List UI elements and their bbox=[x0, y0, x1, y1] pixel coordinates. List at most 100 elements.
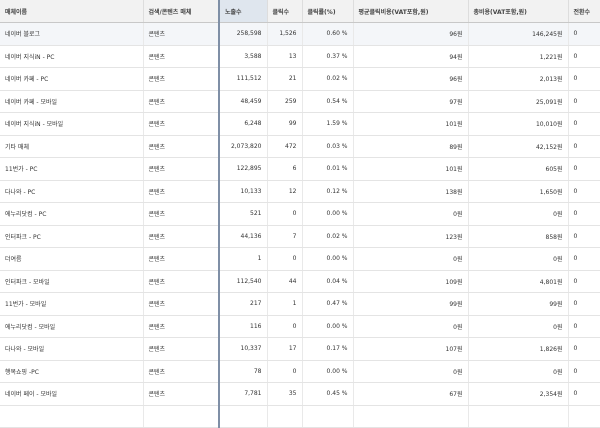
avg-cpc-cell bbox=[353, 405, 469, 428]
impressions-cell bbox=[219, 405, 268, 428]
conversions-cell: 0 bbox=[568, 225, 600, 248]
media-type-cell: 콘텐츠 bbox=[143, 45, 220, 68]
clicks-cell: 21 bbox=[267, 67, 303, 91]
table-row[interactable]: 에누리닷컴 - 모바일 콘텐츠 116 0 0.00 % 0원 0원 0 bbox=[0, 315, 600, 338]
total-cost-cell: 2,354원 bbox=[468, 382, 569, 406]
impressions-cell: 6,248 bbox=[219, 112, 268, 136]
conversions-cell: 0 bbox=[568, 90, 600, 113]
media-type-cell: 콘텐츠 bbox=[143, 292, 220, 316]
clicks-cell bbox=[267, 405, 303, 428]
table-row[interactable]: 네이버 블로그 콘텐츠 258,598 1,526 0.60 % 96원 146,245원 0 bbox=[0, 22, 600, 46]
media-name-cell: 다나와 - PC bbox=[0, 180, 144, 203]
table-row[interactable]: 네이버 지식iN - PC 콘텐츠 3,588 13 0.37 % 94원 1,221원 0 bbox=[0, 45, 600, 68]
conversions-cell: 0 bbox=[568, 337, 600, 361]
avg-cpc-cell: 96원 bbox=[353, 22, 469, 46]
avg-cpc-cell: 0원 bbox=[353, 247, 469, 271]
total-cost-cell: 605원 bbox=[468, 157, 569, 181]
clicks-cell: 1 bbox=[267, 292, 303, 316]
conversions-cell: 0 bbox=[568, 292, 600, 316]
media-type-cell: 콘텐츠 bbox=[143, 180, 220, 203]
table-row[interactable]: 인터파크 - 모바일 콘텐츠 112,540 44 0.04 % 109원 4,801원 0 bbox=[0, 270, 600, 293]
media-type-cell bbox=[143, 405, 220, 428]
impressions-cell: 44,136 bbox=[219, 225, 268, 248]
table-row[interactable] bbox=[0, 405, 600, 428]
impressions-cell: 116 bbox=[219, 315, 268, 338]
avg-cpc-cell: 0원 bbox=[353, 202, 469, 226]
ctr-cell: 0.01 % bbox=[302, 157, 354, 181]
total-cost-cell: 42,152원 bbox=[468, 135, 569, 158]
impressions-cell: 122,895 bbox=[219, 157, 268, 181]
conversions-cell: 0 bbox=[568, 67, 600, 91]
column-header-conversions[interactable]: 전환수 bbox=[568, 0, 600, 23]
conversions-cell: 0 bbox=[568, 180, 600, 203]
total-cost-cell: 0원 bbox=[468, 202, 569, 226]
conversions-cell: 0 bbox=[568, 202, 600, 226]
impressions-cell: 2,073,820 bbox=[219, 135, 268, 158]
media-name-cell: 11번가 - 모바일 bbox=[0, 292, 144, 316]
impressions-cell: 3,588 bbox=[219, 45, 268, 68]
column-header-ctr[interactable]: 클릭률(%) bbox=[302, 0, 354, 23]
total-cost-cell: 4,801원 bbox=[468, 270, 569, 293]
ctr-cell: 0.00 % bbox=[302, 247, 354, 271]
table-row[interactable]: 11번가 - PC 콘텐츠 122,895 6 0.01 % 101원 605원 0 bbox=[0, 157, 600, 181]
clicks-cell: 259 bbox=[267, 90, 303, 113]
column-header-media-name[interactable]: 매체이름 bbox=[0, 0, 144, 23]
media-name-cell: 네이버 카페 - 모바일 bbox=[0, 90, 144, 113]
column-header-clicks[interactable]: 클릭수 bbox=[267, 0, 303, 23]
avg-cpc-cell: 67원 bbox=[353, 382, 469, 406]
conversions-cell: 0 bbox=[568, 270, 600, 293]
table-row[interactable]: 네이버 지식iN - 모바일 콘텐츠 6,248 99 1.59 % 101원 10,010… bbox=[0, 112, 600, 136]
total-cost-cell: 2,013원 bbox=[468, 67, 569, 91]
conversions-cell: 0 bbox=[568, 360, 600, 383]
table-row[interactable]: 네이버 카페 - 모바일 콘텐츠 48,459 259 0.54 % 97원 25,091원… bbox=[0, 90, 600, 113]
media-name-cell: 에누리닷컴 - PC bbox=[0, 202, 144, 226]
media-type-cell: 콘텐츠 bbox=[143, 112, 220, 136]
clicks-cell: 472 bbox=[267, 135, 303, 158]
conversions-cell: 0 bbox=[568, 22, 600, 46]
avg-cpc-cell: 138원 bbox=[353, 180, 469, 203]
ctr-cell: 0.02 % bbox=[302, 225, 354, 248]
media-name-cell: 기타 매체 bbox=[0, 135, 144, 158]
table-row[interactable]: 기타 매체 콘텐츠 2,073,820 472 0.03 % 89원 42,152원 0 bbox=[0, 135, 600, 158]
table-row[interactable]: 네이버 페이 - 모바일 콘텐츠 7,781 35 0.45 % 67원 2,354원 0 bbox=[0, 382, 600, 406]
table-row[interactable]: 에누리닷컴 - PC 콘텐츠 521 0 0.00 % 0원 0원 0 bbox=[0, 202, 600, 226]
avg-cpc-cell: 97원 bbox=[353, 90, 469, 113]
table-row[interactable]: 행복쇼핑 -PC 콘텐츠 78 0 0.00 % 0원 0원 0 bbox=[0, 360, 600, 383]
media-type-cell: 콘텐츠 bbox=[143, 382, 220, 406]
media-name-cell: 네이버 카페 - PC bbox=[0, 67, 144, 91]
ctr-cell: 0.45 % bbox=[302, 382, 354, 406]
ctr-cell: 0.04 % bbox=[302, 270, 354, 293]
ctr-cell: 0.54 % bbox=[302, 90, 354, 113]
table-row[interactable]: 더여름 콘텐츠 1 0 0.00 % 0원 0원 0 bbox=[0, 247, 600, 271]
avg-cpc-cell: 101원 bbox=[353, 157, 469, 181]
clicks-cell: 1,526 bbox=[267, 22, 303, 46]
table-row[interactable]: 다나와 - PC 콘텐츠 10,133 12 0.12 % 138원 1,650원 0 bbox=[0, 180, 600, 203]
avg-cpc-cell: 123원 bbox=[353, 225, 469, 248]
table-row[interactable]: 다나와 - 모바일 콘텐츠 10,337 17 0.17 % 107원 1,826원 0 bbox=[0, 337, 600, 361]
column-header-avg-cpc[interactable]: 평균클릭비용(VAT포함,원) bbox=[353, 0, 469, 23]
table-header-row: 매체이름 검색/콘텐츠 매체 노출수 클릭수 클릭률(%) 평균클릭비용(VAT… bbox=[0, 0, 600, 23]
total-cost-cell: 0원 bbox=[468, 360, 569, 383]
column-header-total-cost[interactable]: 총비용(VAT포함,원) bbox=[468, 0, 569, 23]
media-name-cell: 네이버 지식iN - 모바일 bbox=[0, 112, 144, 136]
table-row[interactable]: 인터파크 - PC 콘텐츠 44,136 7 0.02 % 123원 858원 0 bbox=[0, 225, 600, 248]
column-header-media-type[interactable]: 검색/콘텐츠 매체 bbox=[143, 0, 220, 23]
avg-cpc-cell: 99원 bbox=[353, 292, 469, 316]
impressions-cell: 1 bbox=[219, 247, 268, 271]
conversions-cell: 0 bbox=[568, 135, 600, 158]
impressions-cell: 48,459 bbox=[219, 90, 268, 113]
media-name-cell: 다나와 - 모바일 bbox=[0, 337, 144, 361]
ctr-cell bbox=[302, 405, 354, 428]
avg-cpc-cell: 89원 bbox=[353, 135, 469, 158]
avg-cpc-cell: 0원 bbox=[353, 315, 469, 338]
clicks-cell: 0 bbox=[267, 247, 303, 271]
table-row[interactable]: 네이버 카페 - PC 콘텐츠 111,512 21 0.02 % 96원 2,013원 0 bbox=[0, 67, 600, 91]
ctr-cell: 0.17 % bbox=[302, 337, 354, 361]
impressions-cell: 78 bbox=[219, 360, 268, 383]
ctr-cell: 0.03 % bbox=[302, 135, 354, 158]
media-type-cell: 콘텐츠 bbox=[143, 90, 220, 113]
table-row[interactable]: 11번가 - 모바일 콘텐츠 217 1 0.47 % 99원 99원 0 bbox=[0, 292, 600, 316]
column-header-impressions[interactable]: 노출수 bbox=[219, 0, 268, 23]
media-type-cell: 콘텐츠 bbox=[143, 247, 220, 271]
conversions-cell bbox=[568, 405, 600, 428]
